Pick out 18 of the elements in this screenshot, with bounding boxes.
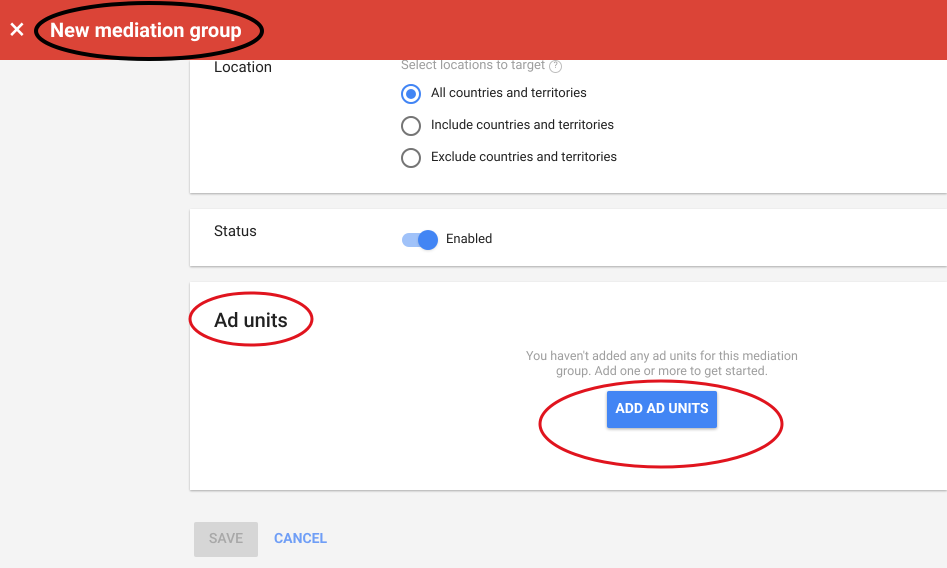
radio-button[interactable] xyxy=(401,84,421,104)
add-ad-units-button[interactable]: ADD AD UNITS xyxy=(607,391,717,428)
radio-label[interactable]: All countries and territories xyxy=(431,84,587,104)
radio-label[interactable]: Exclude countries and territories xyxy=(431,148,618,168)
location-label: Location xyxy=(214,57,274,76)
status-label: Status xyxy=(214,221,258,242)
help-icon[interactable]: ? xyxy=(549,60,562,72)
radio-label[interactable]: Include countries and territories xyxy=(431,116,614,136)
section-title: Ad units xyxy=(214,307,289,334)
radio-button[interactable] xyxy=(401,116,421,136)
page-title: New mediation group xyxy=(50,17,242,44)
radio-button[interactable] xyxy=(401,148,421,168)
empty-message: You haven't added any ad units for this mediation group. Add one or more to get started. xyxy=(525,349,799,379)
toggle-switch[interactable] xyxy=(400,230,438,250)
cancel-button[interactable]: CANCEL xyxy=(274,522,328,557)
close-button[interactable]: × xyxy=(2,15,32,45)
status-value: Enabled xyxy=(446,231,492,250)
location-hint: Select locations to target xyxy=(401,57,546,76)
